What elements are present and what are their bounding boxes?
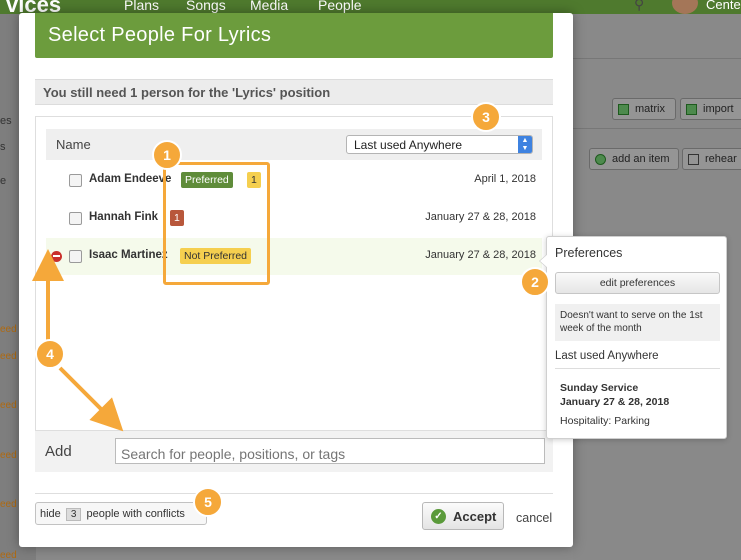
annotation-arrows — [32, 249, 124, 432]
annotation-marker-1: 1 — [152, 140, 182, 170]
annotation-marker-4: 4 — [35, 339, 65, 369]
annotation-marker-3: 3 — [471, 102, 501, 132]
annotation-arrow-diagonal — [58, 366, 124, 432]
annotation-marker-5: 5 — [193, 487, 223, 517]
annotation-marker-2: 2 — [520, 267, 550, 297]
